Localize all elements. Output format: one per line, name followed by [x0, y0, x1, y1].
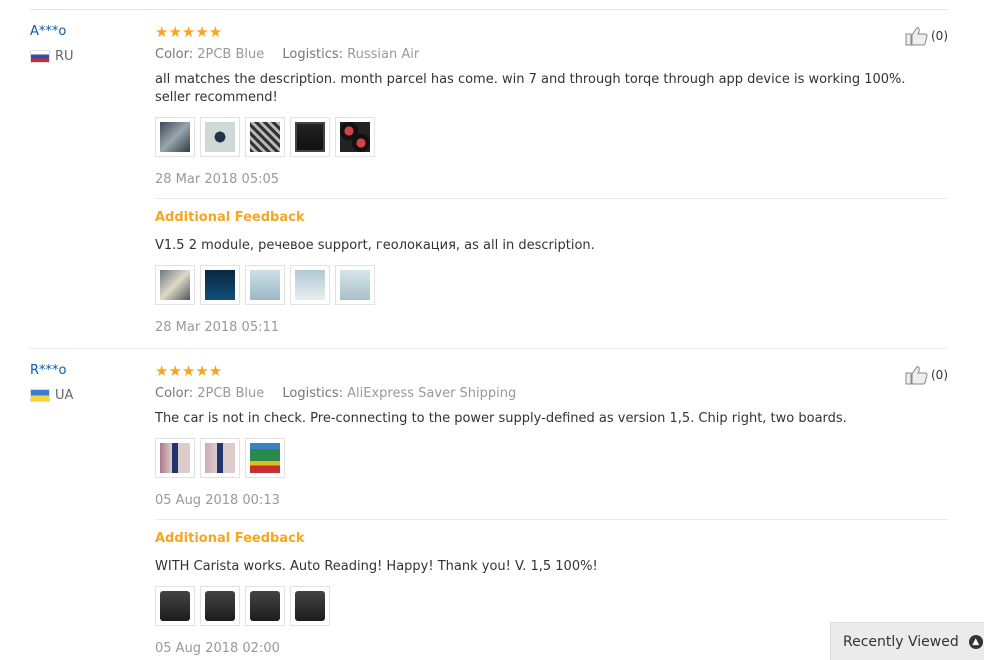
review-photo[interactable]: [155, 586, 195, 626]
additional-photos: [155, 265, 935, 305]
flag-icon: [30, 50, 50, 63]
review-photo[interactable]: [200, 265, 240, 305]
reviewer-info: R***o UA: [30, 363, 73, 403]
country-code: UA: [55, 388, 74, 403]
review-photo[interactable]: [335, 117, 375, 157]
review-photo[interactable]: [245, 586, 285, 626]
country-code: RU: [55, 49, 74, 64]
flag-icon: [30, 389, 50, 402]
review-photo[interactable]: [200, 438, 240, 478]
review-photo[interactable]: [290, 586, 330, 626]
review-photo[interactable]: [245, 117, 285, 157]
color-value: 2PCB Blue: [197, 386, 265, 401]
review-photos: [155, 438, 935, 478]
reviewer-country: RU: [30, 49, 74, 64]
star-rating: ★★★★★: [155, 362, 223, 380]
order-info: Color: 2PCB Blue Logistics: Russian Air: [155, 47, 935, 63]
additional-date: 05 Aug 2018 02:00: [155, 641, 280, 656]
review-photo[interactable]: [155, 117, 195, 157]
logistics-label: Logistics:: [282, 47, 344, 62]
recently-viewed-tab[interactable]: Recently Viewed ▲: [830, 622, 984, 660]
additional-feedback-title: Additional Feedback: [155, 531, 305, 546]
review-photo[interactable]: [335, 265, 375, 305]
order-info: Color: 2PCB Blue Logistics: AliExpress S…: [155, 386, 935, 402]
review-photo[interactable]: [245, 265, 285, 305]
star-rating: ★★★★★: [155, 23, 223, 41]
review-divider: [30, 348, 948, 349]
additional-feedback-title: Additional Feedback: [155, 210, 305, 225]
color-value: 2PCB Blue: [197, 47, 265, 62]
additional-feedback: WITH Carista works. Auto Reading! Happy!…: [155, 558, 935, 657]
review-date: 28 Mar 2018 05:05: [155, 172, 280, 187]
logistics-label: Logistics:: [282, 386, 344, 401]
additional-photos: [155, 586, 935, 626]
review-photos: [155, 117, 935, 157]
top-divider: [30, 9, 948, 10]
additional-text: WITH Carista works. Auto Reading! Happy!…: [155, 559, 598, 574]
review-content: ★★★★★ Color: 2PCB Blue Logistics: AliExp…: [155, 362, 935, 509]
reviewer-name[interactable]: A***o: [30, 24, 74, 40]
reviewer-name[interactable]: R***o: [30, 363, 73, 379]
additional-feedback: V1.5 2 module, речевое support, геолокац…: [155, 237, 935, 336]
review-text: The car is not in check. Pre-connecting …: [155, 411, 847, 426]
review-date: 05 Aug 2018 00:13: [155, 493, 280, 508]
review-photo[interactable]: [155, 438, 195, 478]
additional-text: V1.5 2 module, речевое support, геолокац…: [155, 238, 595, 253]
additional-date: 28 Mar 2018 05:11: [155, 320, 280, 335]
color-label: Color:: [155, 386, 194, 401]
logistics-value: AliExpress Saver Shipping: [347, 386, 517, 401]
review-photo[interactable]: [290, 117, 330, 157]
review-photo[interactable]: [200, 117, 240, 157]
logistics-value: Russian Air: [347, 47, 420, 62]
chevron-up-icon: ▲: [968, 634, 983, 649]
divider: [155, 198, 948, 199]
color-label: Color:: [155, 47, 194, 62]
reviewer-info: A***o RU: [30, 24, 74, 64]
reviewer-country: UA: [30, 388, 73, 403]
divider: [155, 519, 948, 520]
review-content: ★★★★★ Color: 2PCB Blue Logistics: Russia…: [155, 23, 935, 188]
review-text: all matches the description. month parce…: [155, 72, 906, 105]
review-photo[interactable]: [200, 586, 240, 626]
review-photo[interactable]: [290, 265, 330, 305]
review-photo[interactable]: [155, 265, 195, 305]
review-photo[interactable]: [245, 438, 285, 478]
recently-viewed-label: Recently Viewed: [843, 633, 959, 650]
